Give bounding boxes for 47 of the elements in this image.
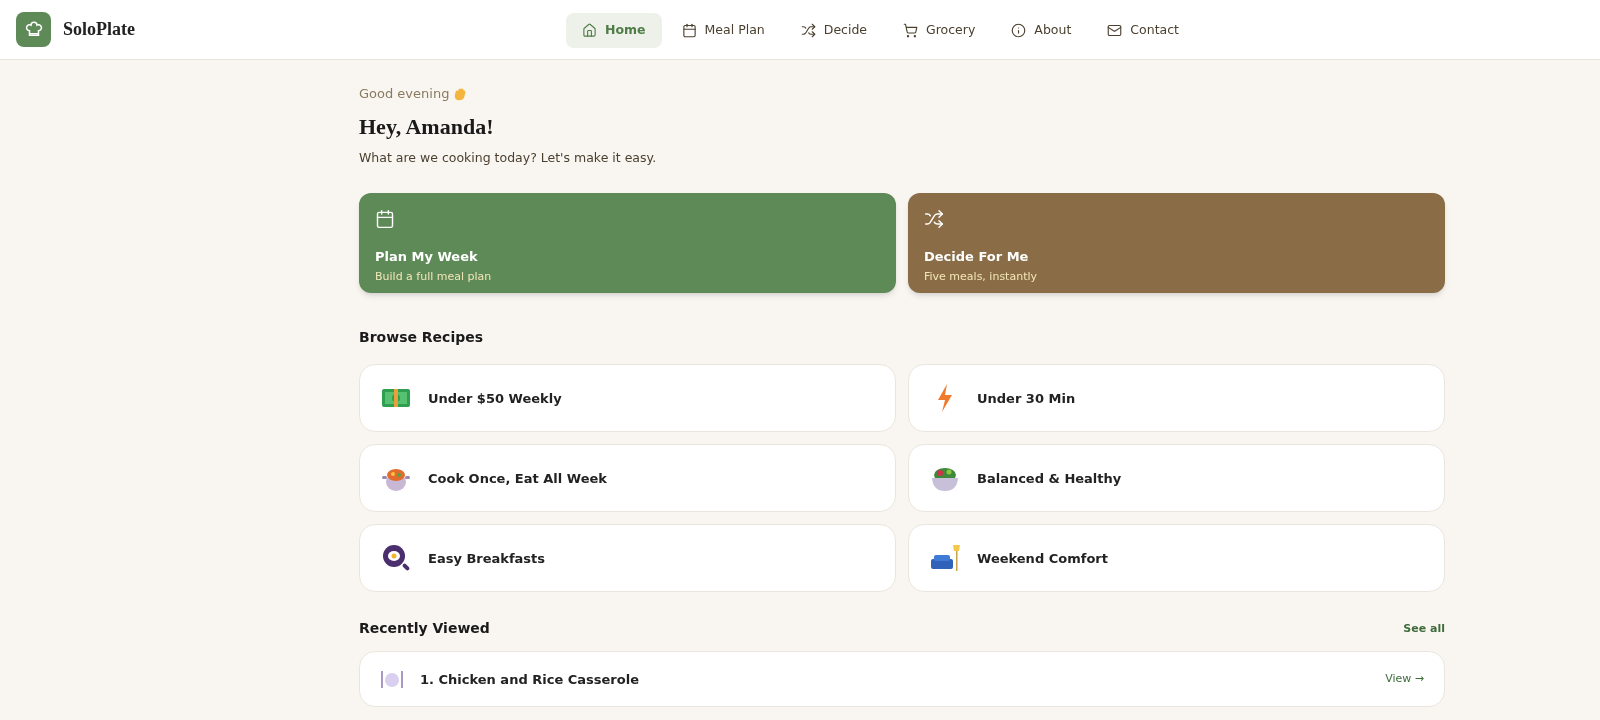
see-all-link[interactable]: See all	[1403, 620, 1445, 637]
mail-icon	[1107, 23, 1123, 38]
info-icon	[1011, 23, 1027, 38]
category-card[interactable]: Balanced & Healthy	[908, 444, 1445, 513]
category-card[interactable]: Under 30 Min	[908, 364, 1445, 433]
page-subtitle: What are we cooking today? Let's make it easy.	[359, 148, 658, 167]
nav-tab[interactable]: Contact	[1091, 13, 1195, 48]
page-heading: Hey, Amanda!	[359, 112, 495, 141]
category-label: Under 30 Min	[977, 389, 1076, 408]
category-label: Weekend Comfort	[977, 549, 1108, 568]
plate-cutlery-icon	[380, 668, 404, 691]
nav-tab[interactable]: Grocery	[887, 13, 992, 48]
category-card[interactable]: Under $50 Weekly	[359, 364, 896, 433]
nav-tab[interactable]: About	[995, 13, 1088, 48]
house-icon	[582, 23, 597, 38]
action-subtitle: Five meals, instantly	[924, 268, 1039, 285]
category-label: Easy Breakfasts	[428, 549, 546, 568]
couch-lamp-icon	[929, 543, 961, 574]
action-card[interactable]: Decide For Me Five meals, instantly	[908, 193, 1445, 294]
nav-tab[interactable]: Decide	[784, 13, 884, 48]
recipe-title: 1. Chicken and Rice Casserole	[420, 670, 640, 689]
category-card[interactable]: Easy Breakfasts	[359, 524, 896, 593]
frying-pan-icon	[381, 543, 411, 574]
section-heading: Browse Recipes	[359, 328, 485, 348]
calendar-icon	[681, 23, 697, 38]
view-link[interactable]: View →	[1385, 671, 1424, 688]
brand-name: SoloPlate	[63, 18, 135, 41]
category-card[interactable]: Weekend Comfort	[908, 524, 1445, 593]
cart-icon	[903, 23, 919, 38]
shuffle-icon	[800, 23, 816, 38]
action-subtitle: Build a full meal plan	[375, 268, 493, 285]
category-card[interactable]: Cook Once, Eat All Week	[359, 444, 896, 513]
category-label: Cook Once, Eat All Week	[428, 469, 607, 488]
action-card[interactable]: Plan My Week Build a full meal plan	[359, 193, 896, 294]
nav-tab[interactable]: Home	[566, 13, 662, 48]
category-label: Balanced & Healthy	[977, 469, 1122, 488]
logo-icon	[16, 12, 51, 47]
recent-recipe-row[interactable]: 1. Chicken and Rice Casserole View →	[359, 651, 1445, 708]
lightning-icon	[936, 383, 954, 414]
action-title: Plan My Week	[375, 248, 479, 267]
calendar-icon	[375, 209, 395, 230]
nav-tab[interactable]: Meal Plan	[665, 13, 781, 48]
category-label: Under $50 Weekly	[428, 389, 562, 408]
section-heading: Recently Viewed	[359, 619, 490, 639]
greeting-text: Good evening	[359, 85, 450, 103]
shuffle-icon	[924, 209, 944, 230]
action-title: Decide For Me	[924, 248, 1030, 267]
